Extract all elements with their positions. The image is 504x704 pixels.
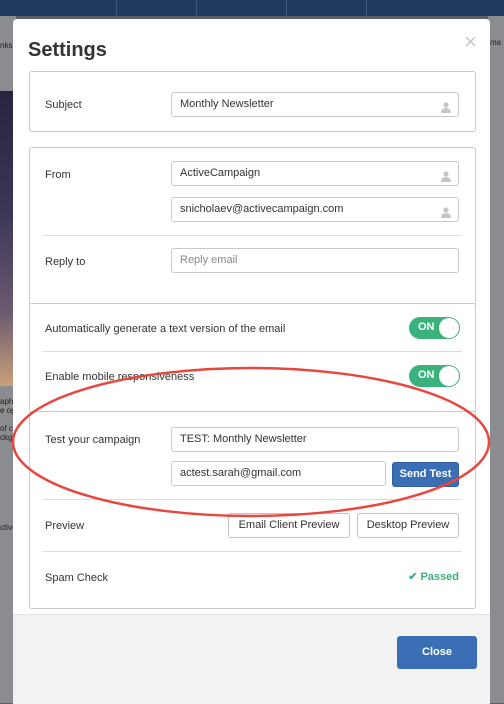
test-email-value: actest.sarah@gmail.com (180, 467, 302, 479)
background-text: aph (0, 397, 14, 406)
subject-input[interactable]: Monthly Newsletter (171, 92, 459, 117)
test-panel: Test your campaign TEST: Monthly Newslet… (29, 411, 476, 609)
from-email-input[interactable]: snicholaev@activecampaign.com (171, 197, 459, 222)
from-label: From (45, 169, 71, 181)
background-text: e op (0, 406, 14, 415)
person-icon (441, 204, 451, 227)
background-tab (286, 0, 367, 16)
spam-status-text: Passed (420, 571, 459, 583)
background-tab (196, 0, 287, 16)
background-tab (116, 0, 197, 16)
background-text: ctive (0, 523, 14, 532)
close-button[interactable]: Close (397, 636, 477, 669)
reply-to-label: Reply to (45, 256, 86, 268)
modal-title: Settings (28, 39, 107, 61)
from-email-value: snicholaev@activecampaign.com (180, 203, 344, 215)
settings-modal: Settings × Subject Monthly Newsletter Fr… (13, 19, 490, 704)
background-tab (36, 0, 117, 16)
preview-label: Preview (45, 520, 85, 532)
test-email-input[interactable]: actest.sarah@gmail.com (171, 461, 386, 486)
test-label: Test your campaign (45, 434, 141, 446)
divider (43, 351, 462, 352)
desktop-preview-button[interactable]: Desktop Preview (357, 513, 459, 538)
divider (43, 551, 462, 552)
from-name-value: ActiveCampaign (180, 167, 261, 179)
spam-check-label: Spam Check (45, 572, 108, 584)
reply-to-input[interactable]: Reply email (171, 248, 459, 273)
toggle-state: ON (418, 369, 435, 381)
background-text: ckg (0, 433, 13, 442)
text-version-label: Automatically generate a text version of… (45, 323, 286, 335)
test-subject-input[interactable]: TEST: Monthly Newsletter (171, 427, 459, 452)
divider (43, 499, 462, 500)
reply-to-placeholder: Reply email (180, 254, 238, 266)
toggle-knob (439, 366, 459, 386)
test-subject-value: TEST: Monthly Newsletter (180, 433, 307, 445)
sender-panel: From ActiveCampaign snicholaev@activecam… (29, 147, 476, 306)
mobile-label: Enable mobile responsiveness (45, 371, 195, 383)
close-icon[interactable]: × (464, 31, 477, 53)
background-top-bar (0, 0, 504, 16)
background-text: nks (0, 41, 13, 50)
person-icon (441, 99, 451, 122)
mobile-toggle[interactable]: ON (409, 365, 460, 387)
subject-panel: Subject Monthly Newsletter (29, 71, 476, 132)
text-version-toggle[interactable]: ON (409, 317, 460, 339)
options-panel: Automatically generate a text version of… (29, 303, 476, 413)
subject-label: Subject (45, 99, 82, 111)
subject-value: Monthly Newsletter (180, 98, 274, 110)
background-right-panel: ma (488, 16, 504, 703)
toggle-knob (439, 318, 459, 338)
person-icon (441, 168, 451, 191)
email-client-preview-button[interactable]: Email Client Preview (228, 513, 350, 538)
toggle-state: ON (418, 321, 435, 333)
background-text: of c (0, 424, 13, 433)
divider (43, 235, 462, 236)
from-name-input[interactable]: ActiveCampaign (171, 161, 459, 186)
background-text: ma (490, 38, 502, 47)
modal-footer: Close (13, 614, 490, 704)
send-test-button[interactable]: Send Test (392, 462, 459, 487)
spam-status: ✔ Passed (408, 570, 459, 583)
check-icon: ✔ (408, 571, 418, 583)
